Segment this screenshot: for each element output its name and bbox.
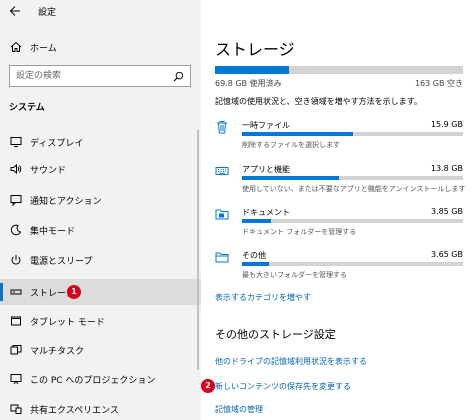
category-bar bbox=[242, 262, 463, 266]
show-more-categories-link[interactable]: 表示するカテゴリを増やす bbox=[215, 292, 311, 303]
sidebar-item-tablet-mode[interactable]: タブレット モード bbox=[0, 308, 201, 334]
category-fill bbox=[242, 176, 340, 180]
search-box[interactable] bbox=[9, 65, 191, 87]
home-icon bbox=[10, 41, 22, 52]
page-title: ストレージ bbox=[215, 40, 295, 59]
search-icon[interactable] bbox=[173, 71, 184, 82]
category-bar bbox=[242, 219, 463, 223]
category-fill bbox=[242, 219, 271, 223]
storage-description: 記憶域の使用状況と、空き領域を増やす方法を示します。 bbox=[215, 97, 422, 106]
section-title: システム bbox=[9, 103, 45, 113]
annotation-badge-2: 2 bbox=[201, 379, 215, 393]
category-name: ドキュメント bbox=[242, 208, 290, 217]
sidebar-item-label: 集中モード bbox=[30, 227, 76, 237]
notification-icon bbox=[10, 195, 22, 206]
category-apps-features[interactable]: アプリと機能 13.8 GB 使用していない、または不要なアプリと機能をアンイン… bbox=[201, 162, 474, 204]
sidebar-item-multitasking[interactable]: マルチタスク bbox=[0, 337, 201, 363]
total-free-text: 163 GB 空き bbox=[414, 79, 463, 88]
multitasking-icon bbox=[10, 345, 22, 355]
sidebar-item-sound[interactable]: サウンド bbox=[0, 156, 201, 182]
category-name: アプリと機能 bbox=[242, 165, 290, 174]
main-content: ストレージ 69.8 GB 使用済み 163 GB 空き 記憶域の使用状況と、空… bbox=[201, 0, 474, 420]
category-description: 使用していない、または不要なアプリと機能をアンインストールします bbox=[242, 185, 466, 193]
category-fill bbox=[242, 262, 269, 266]
sidebar-item-label: マルチタスク bbox=[30, 347, 85, 357]
nav-home[interactable]: ホーム bbox=[0, 36, 201, 58]
home-label: ホーム bbox=[30, 44, 57, 54]
other-storage-settings-title: その他のストレージ設定 bbox=[215, 328, 336, 341]
total-storage-bar bbox=[215, 66, 463, 74]
category-size: 13.8 GB bbox=[430, 164, 463, 173]
sidebar-item-label: 共有エクスペリエンス bbox=[30, 406, 119, 416]
display-icon bbox=[10, 137, 22, 147]
total-storage-fill bbox=[215, 66, 290, 74]
sound-icon bbox=[10, 163, 22, 175]
category-documents[interactable]: ドキュメント 3.85 GB ドキュメント フォルダーを管理する bbox=[201, 205, 474, 247]
shared-experiences-icon bbox=[10, 404, 22, 414]
projection-icon bbox=[10, 374, 22, 385]
sidebar-item-storage[interactable]: ストレージ 1 bbox=[0, 279, 201, 305]
change-save-location-link[interactable]: 新しいコンテンツの保存先を変更する bbox=[215, 381, 351, 392]
search-input[interactable] bbox=[10, 66, 170, 86]
sidebar-item-label: タブレット モード bbox=[30, 318, 105, 328]
focus-assist-icon bbox=[10, 224, 22, 236]
sidebar-item-power[interactable]: 電源とスリープ bbox=[0, 247, 201, 273]
document-folder-icon bbox=[215, 209, 229, 220]
sidebar-item-label: サウンド bbox=[30, 166, 67, 176]
category-size: 3.85 GB bbox=[430, 207, 463, 216]
category-name: その他 bbox=[242, 251, 266, 260]
category-fill bbox=[242, 132, 353, 136]
category-bar bbox=[242, 132, 463, 136]
tablet-mode-icon bbox=[11, 316, 21, 326]
annotation-badge-1: 1 bbox=[67, 285, 81, 299]
sidebar-item-notifications[interactable]: 通知とアクション bbox=[0, 187, 201, 213]
manage-storage-link[interactable]: 記憶域の管理 bbox=[215, 404, 263, 415]
storage-icon bbox=[10, 289, 22, 295]
total-used-text: 69.8 GB 使用済み bbox=[215, 79, 282, 88]
sidebar-item-focus-assist[interactable]: 集中モード bbox=[0, 217, 201, 243]
category-size: 3.65 GB bbox=[430, 250, 463, 259]
sidebar-item-label: 電源とスリープ bbox=[30, 257, 93, 267]
trash-icon bbox=[217, 121, 227, 134]
sidebar-item-projection[interactable]: この PC へのプロジェクション bbox=[0, 366, 201, 392]
sidebar-item-shared-experiences[interactable]: 共有エクスペリエンス bbox=[0, 396, 201, 420]
category-size: 15.9 GB bbox=[430, 120, 463, 129]
view-other-drives-link[interactable]: 他のドライブの記憶域利用状況を表示する bbox=[215, 356, 367, 367]
sidebar-item-label: この PC へのプロジェクション bbox=[30, 376, 156, 386]
category-description: 最も大きいフォルダーを管理する bbox=[242, 271, 347, 279]
back-arrow-icon[interactable] bbox=[8, 4, 22, 18]
sidebar-scrollbar[interactable] bbox=[197, 130, 199, 370]
sidebar-item-label: ディスプレイ bbox=[30, 139, 84, 149]
keyboard-icon bbox=[215, 167, 229, 175]
window-title: 設定 bbox=[38, 8, 57, 18]
other-folder-icon bbox=[215, 252, 229, 263]
sidebar-item-label: 通知とアクション bbox=[30, 197, 102, 207]
category-name: 一時ファイル bbox=[242, 121, 290, 130]
sidebar-item-display[interactable]: ディスプレイ bbox=[0, 129, 201, 155]
category-temporary-files[interactable]: 一時ファイル 15.9 GB 削除するファイルを選択します bbox=[201, 118, 474, 160]
category-bar bbox=[242, 176, 463, 180]
category-description: 削除するファイルを選択します bbox=[242, 141, 340, 149]
sidebar: ホーム システム ディスプレイ サウンド 通知とアクション bbox=[0, 0, 201, 420]
category-description: ドキュメント フォルダーを管理する bbox=[242, 228, 357, 236]
category-other[interactable]: その他 3.65 GB 最も大きいフォルダーを管理する bbox=[201, 248, 474, 290]
selection-indicator bbox=[0, 283, 3, 301]
power-icon bbox=[11, 255, 21, 265]
